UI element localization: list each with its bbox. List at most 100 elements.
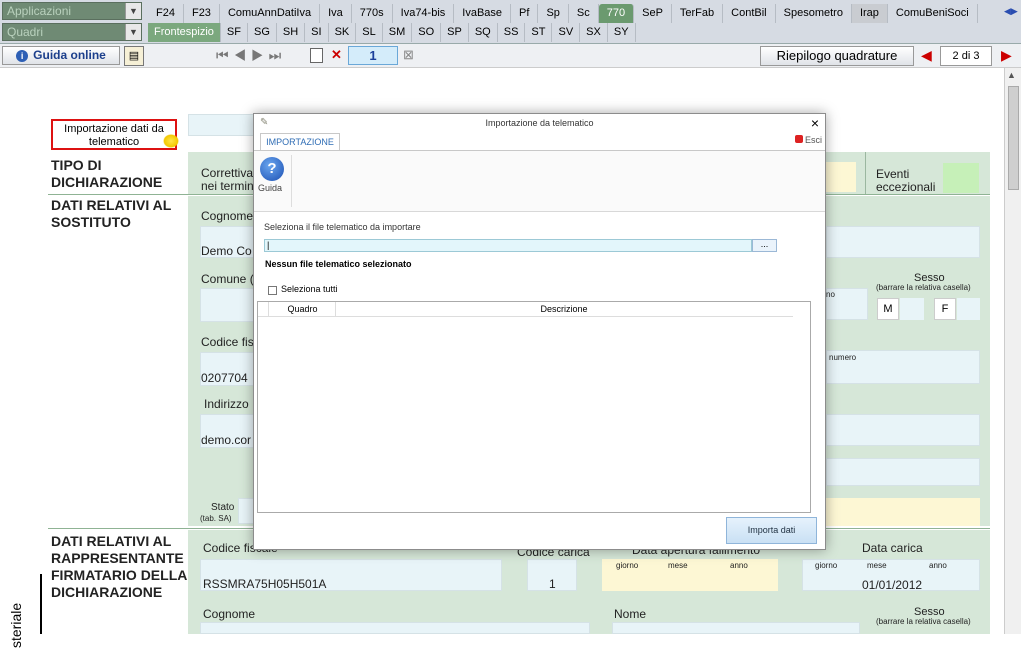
cognome-value[interactable]: Demo Co xyxy=(201,244,252,258)
vertical-scrollbar[interactable]: ▲ xyxy=(1004,68,1021,634)
top-bar: Applicazioni ▼ Quadri ▼ F24 F23 ComuAnnDatiI… xyxy=(0,0,1021,44)
subtab-sy[interactable]: SY xyxy=(608,23,636,42)
subtab-sf[interactable]: SF xyxy=(221,23,248,42)
scroll-up-icon[interactable]: ▲ xyxy=(1007,70,1016,80)
tab-terfab[interactable]: TerFab xyxy=(672,4,724,23)
tab-f24[interactable]: F24 xyxy=(148,4,184,23)
applicazioni-combo[interactable]: Applicazioni ▼ xyxy=(2,2,142,20)
scrollbar-thumb[interactable] xyxy=(1008,86,1019,190)
import-dialog: Importazione da telematico ✎ × IMPORTAZI… xyxy=(253,113,826,550)
tab-importazione[interactable]: IMPORTAZIONE xyxy=(260,133,340,151)
subtab-so[interactable]: SO xyxy=(412,23,442,42)
subtab-sm[interactable]: SM xyxy=(383,23,413,42)
subtab-sl[interactable]: SL xyxy=(356,23,383,42)
goto-page-icon[interactable]: ⊠ xyxy=(403,47,414,63)
no-file-label: Nessun file telematico selezionato xyxy=(265,259,412,269)
info-icon: i xyxy=(16,50,29,62)
giorno-label: giorno xyxy=(616,561,639,570)
anno-label: anno xyxy=(730,561,748,570)
importa-dati-button[interactable]: Importa dati xyxy=(726,517,817,544)
tipo-dichiarazione-heading: TIPO DI DICHIARAZIONE xyxy=(51,157,163,190)
esci-button[interactable]: Esci xyxy=(794,135,822,145)
cognome-rapp-label: Cognome xyxy=(203,607,256,621)
chevron-down-icon[interactable]: ▼ xyxy=(125,24,141,40)
subtab-sg[interactable]: SG xyxy=(248,23,277,42)
tab-770[interactable]: 770 xyxy=(598,4,635,23)
tab-sep[interactable]: SeP xyxy=(634,4,672,23)
subtab-st[interactable]: ST xyxy=(525,23,553,42)
tab-spesometro[interactable]: Spesometro xyxy=(776,4,852,23)
tab-contbil[interactable]: ContBil xyxy=(723,4,776,23)
tab-sc[interactable]: Sc xyxy=(569,4,599,23)
subtab-ss[interactable]: SS xyxy=(498,23,526,42)
tab-sp[interactable]: Sp xyxy=(538,4,569,23)
guida-online-button[interactable]: i Guida online xyxy=(2,46,120,65)
subtab-sx[interactable]: SX xyxy=(580,23,608,42)
select-all-checkbox[interactable] xyxy=(268,286,277,295)
delete-page-icon[interactable]: ✕ xyxy=(331,47,342,63)
codice-fiscale-rapp-value[interactable]: RSSMRA75H05H501A xyxy=(203,577,326,591)
navigation-arrows[interactable]: ⏮◀▶⏭ xyxy=(216,47,286,64)
importazione-telematico-button[interactable]: Importazione dati da telematico xyxy=(51,119,177,150)
subtab-sk[interactable]: SK xyxy=(329,23,357,42)
eventi-field[interactable] xyxy=(943,163,979,193)
prev-page-arrow-icon[interactable]: ◀ xyxy=(921,47,932,64)
tab-pf[interactable]: Pf xyxy=(511,4,539,23)
quadri-combo[interactable]: Quadri ▼ xyxy=(2,23,142,41)
tab-scroll-arrows[interactable]: ◀▶ xyxy=(1004,6,1018,17)
new-page-icon[interactable] xyxy=(310,48,323,63)
page-number-field[interactable]: 1 xyxy=(348,46,398,65)
numero-label: numero xyxy=(829,353,857,362)
codice-carica-value[interactable]: 1 xyxy=(549,577,556,591)
mese-label: mese xyxy=(867,561,887,570)
dati-rappresentante-heading: DATI RELATIVI AL RAPPRESENTANTE FIRMATAR… xyxy=(51,533,187,600)
riepilogo-quadrature-button[interactable]: Riepilogo quadrature xyxy=(760,46,914,66)
tab-ivabase[interactable]: IvaBase xyxy=(454,4,512,23)
tab-iva74-bis[interactable]: Iva74-bis xyxy=(393,4,455,23)
sesso-rapp-hint: (barrare la relativa casella) xyxy=(876,617,971,626)
next-page-arrow-icon[interactable]: ▶ xyxy=(1001,47,1012,64)
subtab-si[interactable]: SI xyxy=(305,23,329,42)
dialog-title: Importazione da telematico xyxy=(485,118,594,128)
print-icon[interactable]: ▤ xyxy=(124,46,144,66)
eventi-eccezionali-label: Eventi eccezionali xyxy=(876,167,936,194)
tab-sa-label: (tab. SA) xyxy=(200,514,232,523)
giorno-label: giorno xyxy=(815,561,838,570)
data-carica-value[interactable]: 01/01/2012 xyxy=(862,578,922,592)
exit-icon xyxy=(794,135,803,143)
sesso-m-checkbox[interactable]: M xyxy=(877,298,899,320)
side-vertical-text: steriale xyxy=(8,602,24,648)
tab-irap[interactable]: Irap xyxy=(851,4,888,23)
subtab-sh[interactable]: SH xyxy=(277,23,306,42)
col-descrizione[interactable]: Descrizione xyxy=(336,302,792,317)
tab-comuanndatiiva[interactable]: ComuAnnDatiIva xyxy=(220,4,321,23)
browse-button[interactable]: ... xyxy=(752,239,777,252)
dialog-ribbon: ? Guida xyxy=(254,150,825,212)
sesso-f-checkbox[interactable]: F xyxy=(934,298,956,320)
subtab-sq[interactable]: SQ xyxy=(469,23,498,42)
subtab-frontespizio[interactable]: Frontespizio xyxy=(148,23,221,42)
correttiva-label: Correttiva nei termini xyxy=(201,166,257,193)
module-tabs: F24 F23 ComuAnnDatiIva Iva 770s Iva74-bis IvaB… xyxy=(148,4,978,23)
tab-iva[interactable]: Iva xyxy=(320,4,352,23)
stato-label: Stato xyxy=(211,502,235,513)
tab-comubenisoci[interactable]: ComuBeniSoci xyxy=(888,4,978,23)
chevron-down-icon[interactable]: ▼ xyxy=(125,3,141,19)
file-path-input[interactable]: | xyxy=(264,239,752,252)
col-quadro[interactable]: Quadro xyxy=(270,302,336,317)
codice-fiscale-value[interactable]: 0207704 xyxy=(201,371,248,385)
subtab-sp[interactable]: SP xyxy=(441,23,469,42)
cursor-highlight-icon xyxy=(163,134,179,148)
comune-label: Comune (o xyxy=(201,272,261,286)
help-icon[interactable]: ? xyxy=(260,157,284,181)
indirizzo-value[interactable]: demo.cor xyxy=(201,433,251,447)
close-icon[interactable]: × xyxy=(811,115,819,131)
tab-770s[interactable]: 770s xyxy=(352,4,393,23)
quadro-tabs: Frontespizio SF SG SH SI SK SL SM SO SP SQ SS ST SV SX… xyxy=(148,23,636,42)
codice-fiscale-label: Codice fisc xyxy=(201,335,260,349)
guida-label[interactable]: Guida xyxy=(258,183,282,193)
dati-sostituto-heading: DATI RELATIVI AL SOSTITUTO xyxy=(51,197,172,230)
anno-label: anno xyxy=(929,561,947,570)
tab-f23[interactable]: F23 xyxy=(184,4,220,23)
subtab-sv[interactable]: SV xyxy=(552,23,581,42)
